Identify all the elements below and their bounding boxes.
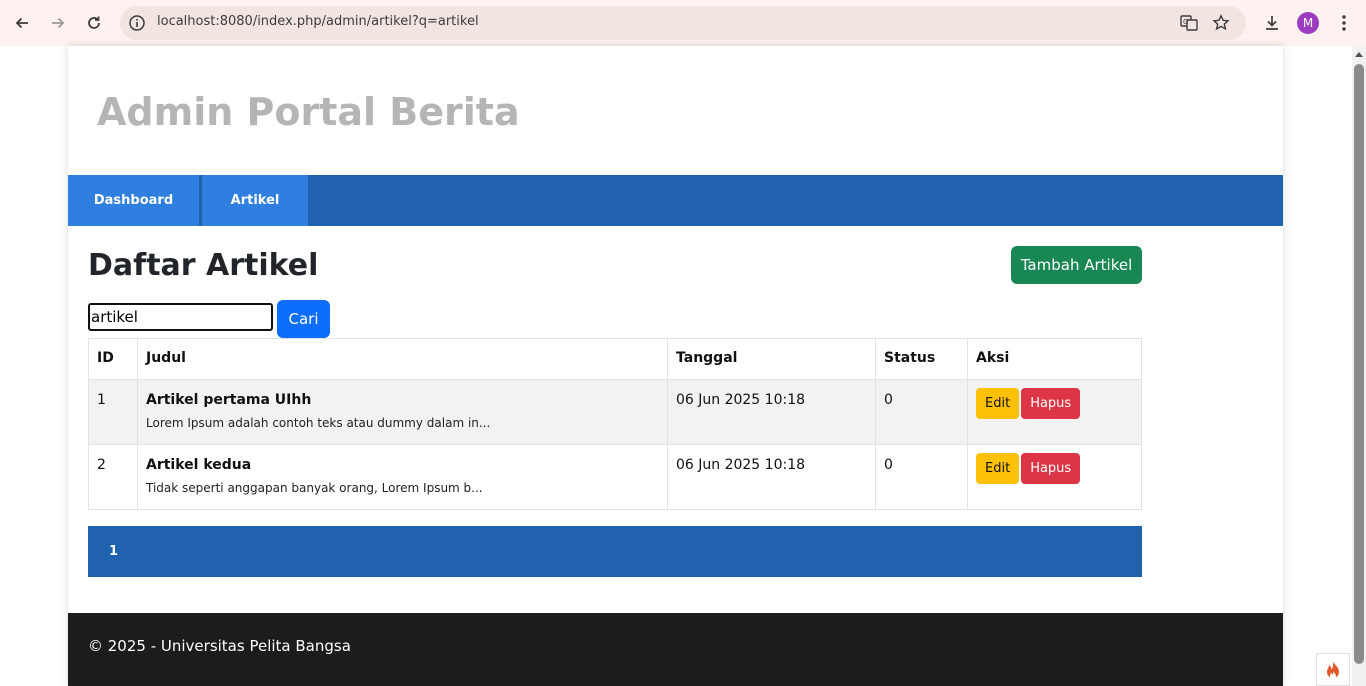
cell-id: 1 (88, 379, 138, 445)
page-heading: Daftar Artikel (88, 248, 319, 283)
nav-item-artikel[interactable]: Artikel (202, 175, 308, 226)
delete-button[interactable]: Hapus (1021, 388, 1081, 419)
cell-aksi: Edit Hapus (967, 444, 1142, 510)
article-excerpt: Lorem Ipsum adalah contoh teks atau dumm… (146, 416, 491, 430)
site-info-icon[interactable] (128, 14, 146, 36)
main-navbar: Dashboard Artikel (68, 175, 1283, 226)
flame-icon[interactable] (1316, 653, 1350, 686)
add-article-button[interactable]: Tambah Artikel (1011, 246, 1142, 284)
bookmark-star-icon[interactable] (1211, 13, 1231, 33)
cell-status: 0 (875, 444, 968, 510)
nav-item-dashboard[interactable]: Dashboard (68, 175, 199, 226)
footer-text: © 2025 - Universitas Pelita Bangsa (88, 637, 351, 655)
column-header-judul: Judul (137, 338, 668, 380)
browser-toolbar: localhost:8080/index.php/admin/artikel?q… (0, 0, 1366, 46)
page-container: Admin Portal Berita Dashboard Artikel Da… (68, 46, 1283, 686)
forward-icon[interactable] (44, 9, 72, 37)
delete-button[interactable]: Hapus (1021, 453, 1081, 484)
table-header-row: ID Judul Tanggal Status Aksi (88, 338, 1142, 380)
svg-text:G: G (1183, 18, 1188, 26)
column-header-aksi: Aksi (967, 338, 1142, 380)
site-title: Admin Portal Berita (97, 90, 520, 134)
translate-icon[interactable]: G (1179, 13, 1199, 33)
url-text[interactable]: localhost:8080/index.php/admin/artikel?q… (157, 14, 479, 29)
column-header-id: ID (88, 338, 138, 380)
pagination-page-1[interactable]: 1 (109, 526, 118, 577)
column-header-tanggal: Tanggal (667, 338, 876, 380)
cell-judul: Artikel pertama UIhh Lorem Ipsum adalah … (137, 379, 668, 445)
table-row: 1 Artikel pertama UIhh Lorem Ipsum adala… (88, 379, 1142, 445)
address-bar[interactable]: localhost:8080/index.php/admin/artikel?q… (120, 6, 1246, 40)
menu-kebab-icon[interactable] (1330, 9, 1358, 37)
table-row: 2 Artikel kedua Tidak seperti anggapan b… (88, 444, 1142, 510)
search-button[interactable]: Cari (277, 300, 330, 338)
cell-status: 0 (875, 379, 968, 445)
reload-icon[interactable] (80, 9, 108, 37)
cell-tanggal: 06 Jun 2025 10:18 (667, 444, 876, 510)
column-header-status: Status (875, 338, 968, 380)
edit-button[interactable]: Edit (976, 388, 1020, 419)
articles-table: ID Judul Tanggal Status Aksi 1 Artikel p… (88, 338, 1142, 510)
cell-aksi: Edit Hapus (967, 379, 1142, 445)
search-input[interactable] (88, 303, 273, 331)
profile-avatar[interactable]: M (1297, 12, 1319, 34)
site-footer: © 2025 - Universitas Pelita Bangsa (68, 613, 1283, 686)
download-icon[interactable] (1258, 9, 1286, 37)
back-icon[interactable] (8, 9, 36, 37)
article-title: Artikel kedua (146, 457, 252, 473)
cell-tanggal: 06 Jun 2025 10:18 (667, 379, 876, 445)
edit-button[interactable]: Edit (976, 453, 1020, 484)
article-excerpt: Tidak seperti anggapan banyak orang, Lor… (146, 481, 483, 495)
pagination: 1 (88, 526, 1142, 577)
article-title: Artikel pertama UIhh (146, 392, 312, 408)
scrollbar-thumb[interactable] (1354, 64, 1364, 664)
cell-id: 2 (88, 444, 138, 510)
scroll-up-arrow-icon[interactable] (1355, 52, 1363, 57)
vertical-scrollbar[interactable] (1352, 46, 1366, 686)
cell-judul: Artikel kedua Tidak seperti anggapan ban… (137, 444, 668, 510)
